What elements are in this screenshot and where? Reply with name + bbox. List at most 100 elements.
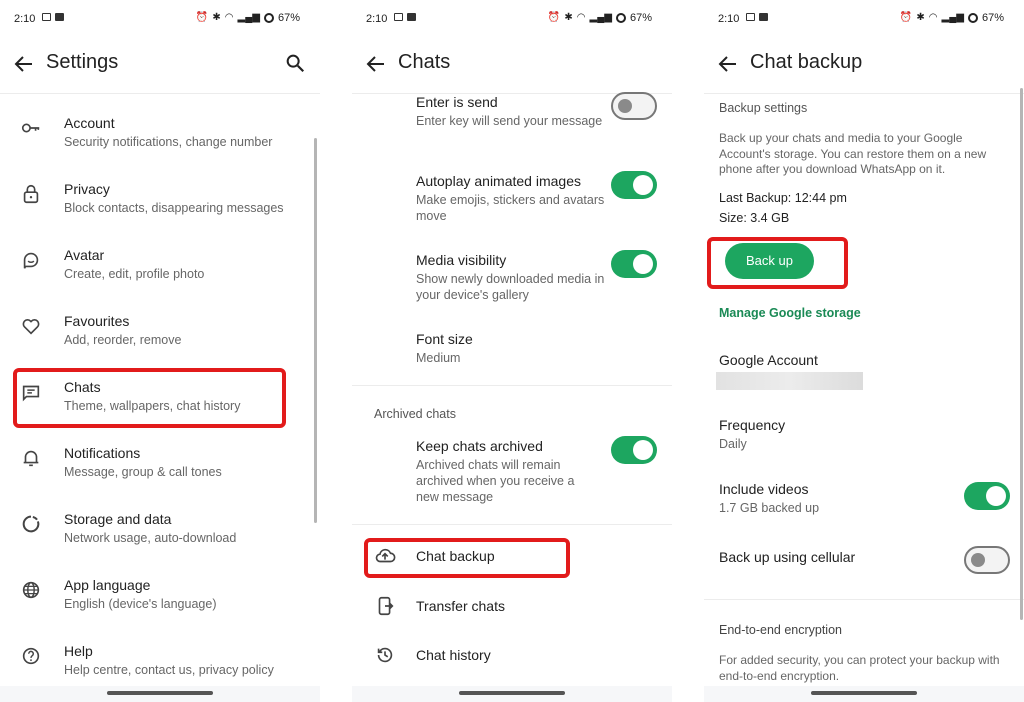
- cellular-toggle[interactable]: [964, 546, 1010, 574]
- settings-item-account[interactable]: Account Security notifications, change n…: [0, 95, 320, 161]
- status-time: 2:10: [366, 13, 388, 25]
- setting-subtitle: Enter key will send your message: [416, 114, 603, 128]
- settings-item-favourites[interactable]: Favourites Add, reorder, remove: [0, 293, 320, 359]
- briefcase-icon: [407, 13, 416, 21]
- back-arrow-icon[interactable]: [12, 52, 36, 76]
- include-videos-setting[interactable]: Include videos 1.7 GB backed up: [719, 481, 819, 515]
- item-title: Favourites: [64, 313, 130, 329]
- bluetooth-icon: ✱: [564, 12, 573, 23]
- transfer-icon: [378, 596, 394, 616]
- cloud-upload-icon: [375, 548, 396, 563]
- scrollbar[interactable]: [314, 138, 317, 523]
- settings-item-privacy[interactable]: Privacy Block contacts, disappearing mes…: [0, 161, 320, 227]
- notification-icons: [746, 13, 768, 21]
- item-subtitle: English (device's language): [64, 597, 217, 611]
- item-title: Transfer chats: [416, 598, 505, 614]
- gesture-nav-bar: [0, 686, 320, 702]
- item-title: Chats: [64, 379, 101, 395]
- calendar-icon: [394, 13, 403, 21]
- menu-item-chat-history[interactable]: Chat history: [352, 634, 672, 678]
- bell-icon: [23, 450, 39, 467]
- app-bar: Settings: [0, 38, 320, 94]
- setting-font-size[interactable]: Font size Medium: [416, 331, 672, 366]
- status-bar: 2:10 ⏰ ✱ ◠ ▂▄▆ 67%: [704, 0, 1024, 38]
- settings-item-help[interactable]: Help Help centre, contact us, privacy po…: [0, 623, 320, 689]
- include-videos-toggle[interactable]: [964, 482, 1010, 510]
- menu-item-chat-backup[interactable]: Chat backup: [352, 535, 672, 579]
- system-icons: ⏰ ✱ ◠ ▂▄▆ 67%: [196, 12, 300, 24]
- chats-screen: 2:10 ⏰ ✱ ◠ ▂▄▆ 67% Chats Enter is send E…: [352, 0, 672, 702]
- settings-item-storage[interactable]: Storage and data Network usage, auto-dow…: [0, 491, 320, 557]
- calendar-icon: [42, 13, 51, 21]
- divider: [352, 385, 672, 386]
- search-icon[interactable]: [284, 52, 306, 74]
- settings-item-app-language[interactable]: App language English (device's language): [0, 557, 320, 623]
- divider: [352, 524, 672, 525]
- autoplay-toggle[interactable]: [611, 171, 657, 199]
- wifi-icon: ◠: [224, 12, 234, 23]
- page-title: Chats: [398, 51, 451, 73]
- settings-item-notifications[interactable]: Notifications Message, group & call tone…: [0, 425, 320, 491]
- backup-description: Back up your chats and media to your Goo…: [719, 131, 987, 176]
- signal-icon: ▂▄▆: [589, 12, 612, 23]
- gesture-nav-bar: [352, 686, 672, 702]
- page-title: Settings: [46, 51, 119, 73]
- setting-subtitle: Make emojis, stickers and avatars move: [416, 193, 605, 223]
- key-icon: [21, 123, 40, 133]
- signal-icon: ▂▄▆: [237, 12, 260, 23]
- history-icon: [377, 647, 393, 663]
- enter-is-send-toggle[interactable]: [611, 92, 657, 120]
- status-bar: 2:10 ⏰ ✱ ◠ ▂▄▆ 67%: [0, 0, 320, 38]
- home-indicator[interactable]: [811, 691, 917, 695]
- setting-value: Daily: [719, 437, 747, 451]
- alarm-icon: ⏰: [899, 12, 913, 23]
- scrollbar[interactable]: [1020, 88, 1023, 620]
- back-arrow-icon[interactable]: [364, 52, 388, 76]
- notification-icons: [394, 13, 416, 21]
- item-subtitle: Network usage, auto-download: [64, 531, 237, 545]
- settings-list: Account Security notifications, change n…: [0, 95, 320, 689]
- keep-archived-toggle[interactable]: [611, 436, 657, 464]
- settings-item-avatar[interactable]: Avatar Create, edit, profile photo: [0, 227, 320, 293]
- item-title: Storage and data: [64, 511, 172, 527]
- backup-size: Size: 3.4 GB: [719, 211, 790, 225]
- lock-icon: [23, 184, 39, 204]
- battery-icon: [615, 13, 626, 23]
- google-account-setting[interactable]: Google Account: [719, 352, 818, 368]
- setting-subtitle: 1.7 GB backed up: [719, 501, 820, 515]
- back-arrow-icon[interactable]: [716, 52, 740, 76]
- wifi-icon: ◠: [928, 12, 938, 23]
- help-icon: [22, 647, 40, 665]
- setting-value: Medium: [416, 351, 461, 365]
- system-icons: ⏰ ✱ ◠ ▂▄▆ 67%: [900, 12, 1004, 24]
- manage-google-storage-link[interactable]: Manage Google storage: [719, 306, 861, 320]
- app-bar: Chat backup: [704, 38, 1024, 94]
- bluetooth-icon: ✱: [212, 12, 221, 23]
- item-title: App language: [64, 577, 151, 593]
- cellular-setting[interactable]: Back up using cellular: [719, 549, 855, 565]
- home-indicator[interactable]: [459, 691, 565, 695]
- battery-icon: [263, 13, 274, 23]
- item-title: Chat backup: [416, 548, 495, 564]
- item-title: Account: [64, 115, 115, 131]
- battery-level: 67%: [981, 12, 1004, 24]
- storage-icon: [22, 515, 40, 533]
- setting-title: Back up using cellular: [719, 549, 856, 565]
- media-visibility-toggle[interactable]: [611, 250, 657, 278]
- home-indicator[interactable]: [107, 691, 213, 695]
- status-bar: 2:10 ⏰ ✱ ◠ ▂▄▆ 67%: [352, 0, 672, 38]
- section-label-backup-settings: Backup settings: [719, 101, 808, 115]
- chat-icon: [22, 385, 40, 402]
- item-title: Privacy: [64, 181, 110, 197]
- setting-title: Include videos: [719, 481, 809, 497]
- settings-item-chats[interactable]: Chats Theme, wallpapers, chat history: [0, 359, 320, 425]
- menu-item-transfer-chats[interactable]: Transfer chats: [352, 585, 672, 629]
- setting-subtitle: Archived chats will remain archived when…: [416, 458, 575, 504]
- frequency-setting[interactable]: Frequency Daily: [719, 417, 785, 451]
- avatar-icon: [23, 252, 39, 269]
- gesture-nav-bar: [704, 686, 1024, 702]
- setting-title: Font size: [416, 331, 473, 347]
- back-up-button[interactable]: Back up: [725, 243, 814, 279]
- app-bar: Chats: [352, 38, 672, 94]
- setting-title: Frequency: [719, 417, 786, 433]
